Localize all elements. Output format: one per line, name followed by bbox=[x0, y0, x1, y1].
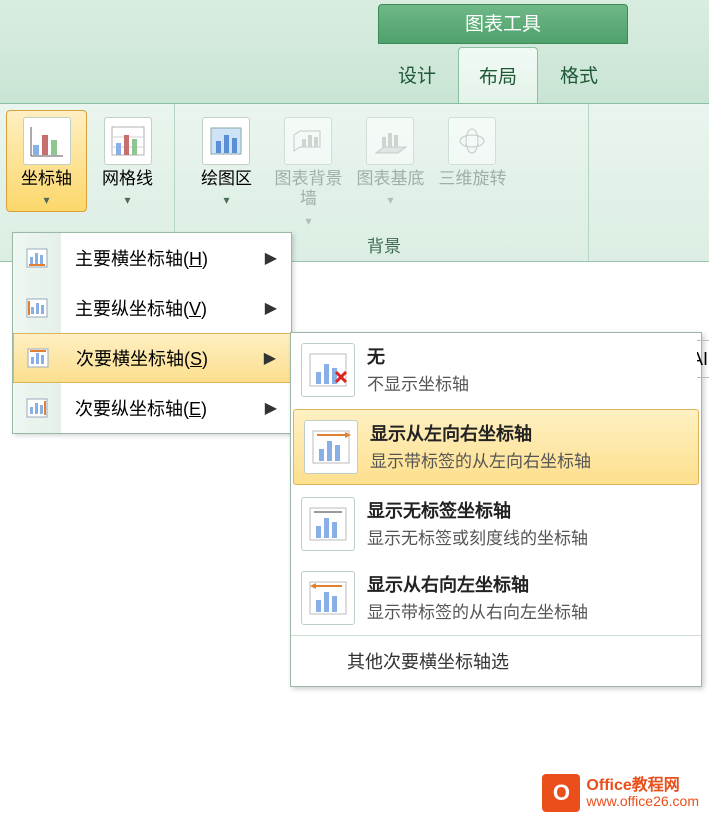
option-title: 显示无标签坐标轴 bbox=[367, 497, 691, 523]
tab-design[interactable]: 设计 bbox=[378, 47, 456, 103]
plotarea-button[interactable]: 绘图区 ▾ bbox=[185, 110, 267, 233]
option-title: 无 bbox=[367, 343, 691, 369]
menu-item-label: 主要纵坐标轴(V) bbox=[61, 295, 265, 321]
axis-nolabel-icon bbox=[301, 497, 355, 551]
axis-none-icon bbox=[301, 343, 355, 397]
chart-tools-title: 图表工具 bbox=[378, 4, 628, 44]
axes-icon bbox=[23, 117, 71, 165]
axis-rtl-item[interactable]: 显示从右向左坐标轴 显示带标签的从右向左坐标轴 bbox=[291, 561, 701, 635]
secondary-horizontal-axis-submenu: 无 不显示坐标轴 显示从左向右坐标轴 显示带标签的从左向右坐标轴 显示无标签坐标… bbox=[290, 332, 702, 687]
gridlines-label: 网格线 bbox=[90, 169, 165, 189]
dropdown-arrow-icon: ▾ bbox=[188, 193, 264, 207]
primary-vertical-axis-item[interactable]: 主要纵坐标轴(V) ▶ bbox=[13, 283, 291, 333]
tab-format[interactable]: 格式 bbox=[540, 47, 618, 103]
gridlines-button[interactable]: 网格线 ▾ bbox=[87, 110, 168, 212]
chartwall-label: 图表背景墙 bbox=[270, 169, 346, 210]
primary-horizontal-axis-item[interactable]: 主要横坐标轴(H) ▶ bbox=[13, 233, 291, 283]
watermark-title: Office教程网 bbox=[586, 777, 699, 795]
more-axis-options-item[interactable]: 其他次要横坐标轴选 bbox=[291, 635, 701, 686]
chartfloor-button: 图表基底 ▾ bbox=[349, 110, 431, 233]
option-title: 显示从左向右坐标轴 bbox=[370, 420, 688, 446]
submenu-arrow-icon: ▶ bbox=[265, 298, 291, 318]
axis-sv-icon bbox=[13, 383, 61, 433]
watermark-url: www.office26.com bbox=[586, 794, 699, 809]
axis-none-item[interactable]: 无 不显示坐标轴 bbox=[291, 333, 701, 407]
axes-dropdown: 主要横坐标轴(H) ▶ 主要纵坐标轴(V) ▶ 次要横坐标轴(S) ▶ 次要纵坐… bbox=[12, 232, 292, 434]
axis-nolabel-item[interactable]: 显示无标签坐标轴 显示无标签或刻度线的坐标轴 bbox=[291, 487, 701, 561]
contextual-tab-strip: 图表工具 设计 布局 格式 bbox=[0, 0, 709, 104]
chartfloor-icon bbox=[366, 117, 414, 165]
axes-label: 坐标轴 bbox=[9, 169, 84, 189]
tab-layout[interactable]: 布局 bbox=[458, 47, 538, 103]
chartwall-icon bbox=[284, 117, 332, 165]
dropdown-arrow-icon: ▾ bbox=[270, 214, 346, 228]
chartfloor-label: 图表基底 bbox=[352, 169, 428, 189]
plotarea-label: 绘图区 bbox=[188, 169, 264, 189]
gridlines-icon bbox=[104, 117, 152, 165]
dropdown-arrow-icon: ▾ bbox=[352, 193, 428, 207]
option-desc: 显示带标签的从右向左坐标轴 bbox=[367, 601, 691, 625]
submenu-arrow-icon: ▶ bbox=[265, 398, 291, 418]
axis-ltr-icon bbox=[304, 420, 358, 474]
option-title: 显示从右向左坐标轴 bbox=[367, 571, 691, 597]
chart-tools-tabs: 设计 布局 格式 bbox=[378, 47, 618, 103]
secondary-horizontal-axis-item[interactable]: 次要横坐标轴(S) ▶ bbox=[13, 333, 291, 383]
axis-v-icon bbox=[13, 283, 61, 333]
dropdown-arrow-icon: ▾ bbox=[90, 193, 165, 207]
secondary-vertical-axis-item[interactable]: 次要纵坐标轴(E) ▶ bbox=[13, 383, 291, 433]
watermark-badge-icon: O bbox=[542, 774, 580, 812]
axis-sh-icon bbox=[14, 334, 62, 382]
axis-ltr-item[interactable]: 显示从左向右坐标轴 显示带标签的从左向右坐标轴 bbox=[293, 409, 699, 485]
menu-item-label: 主要横坐标轴(H) bbox=[61, 245, 265, 271]
worksheet-cell-fragment: AI bbox=[697, 340, 709, 378]
option-desc: 不显示坐标轴 bbox=[367, 373, 691, 397]
dropdown-arrow-icon: ▾ bbox=[9, 193, 84, 207]
watermark: O Office教程网 www.office26.com bbox=[542, 774, 699, 812]
submenu-arrow-icon: ▶ bbox=[264, 348, 290, 368]
rotation3d-icon bbox=[448, 117, 496, 165]
axes-button[interactable]: 坐标轴 ▾ bbox=[6, 110, 87, 212]
menu-item-label: 次要纵坐标轴(E) bbox=[61, 395, 265, 421]
menu-item-label: 次要横坐标轴(S) bbox=[62, 345, 264, 371]
submenu-arrow-icon: ▶ bbox=[265, 248, 291, 268]
rotation3d-button: 三维旋转 bbox=[431, 110, 513, 233]
chartwall-button: 图表背景墙 ▾ bbox=[267, 110, 349, 233]
axis-rtl-icon bbox=[301, 571, 355, 625]
axis-h-icon bbox=[13, 233, 61, 283]
plotarea-icon bbox=[202, 117, 250, 165]
option-desc: 显示无标签或刻度线的坐标轴 bbox=[367, 527, 691, 551]
option-desc: 显示带标签的从左向右坐标轴 bbox=[370, 450, 688, 474]
rotation3d-label: 三维旋转 bbox=[434, 169, 510, 189]
